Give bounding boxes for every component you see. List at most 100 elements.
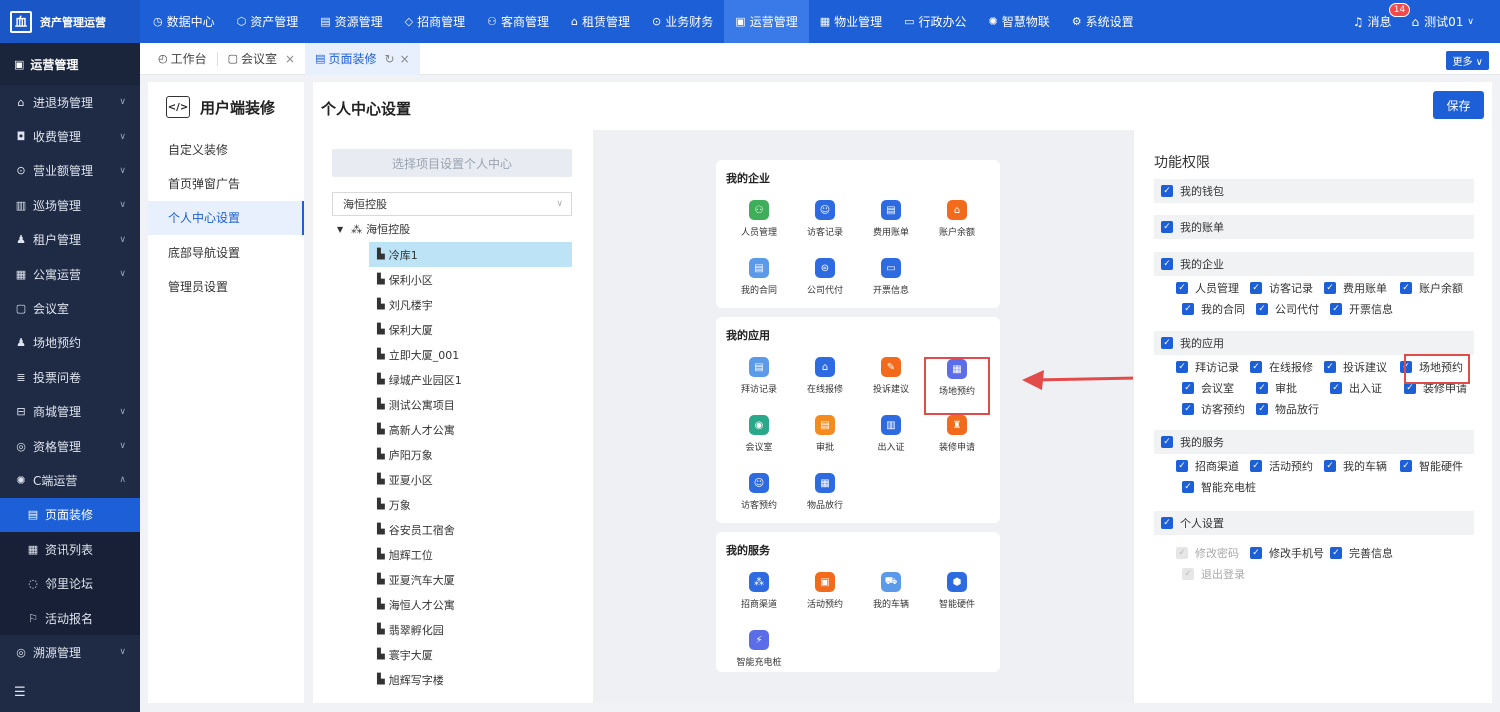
permission-section[interactable]: ✓ 个人设置 <box>1154 511 1474 535</box>
close-icon[interactable]: × <box>285 52 295 66</box>
messages-button[interactable]: ♫ 消息 14 <box>1353 3 1411 30</box>
tree-item[interactable]: ▙ 亚夏小区 <box>369 467 572 492</box>
app-item[interactable]: ☺ 访客记录 <box>792 200 858 258</box>
app-item[interactable]: ⚇ 人员管理 <box>726 200 792 258</box>
sidebar-item[interactable]: ≣ 投票问卷 <box>0 360 140 394</box>
checkbox-checked-icon[interactable]: ✓ <box>1400 460 1412 472</box>
tree-item[interactable]: ▙ 刘凡楼宇 <box>369 292 572 317</box>
sidebar-item[interactable]: ✺ C端运营 ∧ <box>0 463 140 497</box>
checkbox-checked-icon[interactable]: ✓ <box>1256 303 1268 315</box>
checkbox-checked-icon[interactable]: ✓ <box>1330 303 1342 315</box>
top-nav-item[interactable]: ⚇ 客商管理 <box>476 0 560 43</box>
permission-option[interactable]: ✓ 访客预约 <box>1182 401 1245 417</box>
app-item[interactable]: ⬢ 智能硬件 <box>924 572 990 630</box>
checkbox-checked-icon[interactable]: ✓ <box>1182 403 1194 415</box>
app-item[interactable]: ▥ 出入证 <box>858 415 924 473</box>
sidebar-item[interactable]: ◎ 溯源管理 ∨ <box>0 635 140 669</box>
checkbox-checked-icon[interactable]: ✓ <box>1182 303 1194 315</box>
permission-option[interactable]: ✓ 账户余额 <box>1400 280 1463 296</box>
tree-item[interactable]: ▙ 立即大厦_001 <box>369 342 572 367</box>
user-menu[interactable]: ⌂ 测试01 ∨ <box>1412 13 1475 30</box>
sidebar-item[interactable]: ♟ 场地预约 <box>0 326 140 360</box>
app-item[interactable]: ▤ 我的合同 <box>726 258 792 316</box>
menu-item[interactable]: 个人中心设置 <box>148 200 304 236</box>
top-nav-item[interactable]: ⚙ 系统设置 <box>1061 0 1145 43</box>
permission-option[interactable]: ✓ 活动预约 <box>1250 458 1313 474</box>
app-item[interactable]: ♜ 装修申请 <box>924 415 990 473</box>
app-item[interactable]: ✎ 投诉建议 <box>858 357 924 415</box>
checkbox-checked-icon[interactable]: ✓ <box>1161 185 1173 197</box>
tree-item[interactable]: ▙ 测试公寓项目 <box>369 392 572 417</box>
checkbox-checked-icon[interactable]: ✓ <box>1176 460 1188 472</box>
permission-option[interactable]: ✓ 人员管理 <box>1176 280 1239 296</box>
permission-option[interactable]: ✓ 招商渠道 <box>1176 458 1239 474</box>
checkbox-checked-icon[interactable]: ✓ <box>1161 258 1173 270</box>
checkbox-checked-icon[interactable]: ✓ <box>1324 282 1336 294</box>
permission-option[interactable]: ✓ 公司代付 <box>1256 301 1319 317</box>
sidebar-item[interactable]: ⊙ 营业额管理 ∨ <box>0 154 140 188</box>
checkbox-checked-icon[interactable]: ✓ <box>1256 382 1268 394</box>
tree-item[interactable]: ▙ 亚夏汽车大厦 <box>369 567 572 592</box>
sidebar-item[interactable]: ⊟ 商城管理 ∨ <box>0 395 140 429</box>
app-item[interactable]: ⛟ 我的车辆 <box>858 572 924 630</box>
sidebar-item[interactable]: ◎ 资格管理 ∨ <box>0 429 140 463</box>
checkbox-checked-icon[interactable]: ✓ <box>1324 460 1336 472</box>
tree-item[interactable]: ▙ 翡翠孵化园 <box>369 617 572 642</box>
top-nav-item[interactable]: ⊙ 业务财务 <box>641 0 724 43</box>
sidebar-sub-item[interactable]: ▦ 资讯列表 <box>0 532 140 567</box>
top-nav-item[interactable]: ⬡ 资产管理 <box>226 0 310 43</box>
sidebar-sub-item[interactable]: ◌ 邻里论坛 <box>0 566 140 601</box>
menu-item[interactable]: 底部导航设置 <box>148 235 304 269</box>
close-icon[interactable]: × <box>400 52 410 66</box>
project-select[interactable]: 海恒控股 ∨ <box>332 192 572 216</box>
menu-item[interactable]: 自定义装修 <box>148 132 304 166</box>
permission-option[interactable]: ✓ 会议室 <box>1182 380 1234 396</box>
save-button[interactable]: 保存 <box>1433 91 1484 119</box>
checkbox-checked-icon[interactable]: ✓ <box>1161 221 1173 233</box>
checkbox-checked-icon[interactable]: ✓ <box>1250 282 1262 294</box>
permission-option[interactable]: ✓ 审批 <box>1256 380 1297 396</box>
top-nav-item[interactable]: ▤ 资源管理 <box>309 0 393 43</box>
permission-option[interactable]: ✓ 智能充电桩 <box>1182 479 1256 495</box>
sidebar-item[interactable]: ⌂ 进退场管理 ∨ <box>0 85 140 119</box>
tree-item[interactable]: ▙ 保利小区 <box>369 267 572 292</box>
permission-option[interactable]: ✓ 拜访记录 <box>1176 359 1239 375</box>
app-item[interactable]: ▤ 拜访记录 <box>726 357 792 415</box>
sidebar-item[interactable]: ▢ 会议室 <box>0 291 140 325</box>
app-item[interactable]: ☺ 访客预约 <box>726 473 792 531</box>
permission-option[interactable]: ✓ 我的合同 <box>1182 301 1245 317</box>
sidebar-item[interactable]: ◘ 收费管理 ∨ <box>0 119 140 153</box>
top-nav-item[interactable]: ✺ 智慧物联 <box>978 0 1061 43</box>
tree-item[interactable]: ▙ 万象 <box>369 492 572 517</box>
permission-option[interactable]: ✓ 我的车辆 <box>1324 458 1387 474</box>
checkbox-checked-icon[interactable]: ✓ <box>1161 436 1173 448</box>
permission-option[interactable]: ✓ 物品放行 <box>1256 401 1319 417</box>
sidebar-item[interactable]: ▦ 公寓运营 ∨ <box>0 257 140 291</box>
permission-option[interactable]: ✓ 开票信息 <box>1330 301 1393 317</box>
sidebar-item[interactable]: ▥ 巡场管理 ∨ <box>0 188 140 222</box>
checkbox-checked-icon[interactable]: ✓ <box>1330 547 1342 559</box>
app-item[interactable]: ⌂ 账户余额 <box>924 200 990 258</box>
app-item[interactable]: ▣ 活动预约 <box>792 572 858 630</box>
checkbox-checked-icon[interactable]: ✓ <box>1182 382 1194 394</box>
app-item[interactable]: ◉ 会议室 <box>726 415 792 473</box>
checkbox-checked-icon[interactable]: ✓ <box>1250 547 1262 559</box>
app-item[interactable]: ▭ 开票信息 <box>858 258 924 316</box>
sidebar-item[interactable]: ♟ 租户管理 ∨ <box>0 223 140 257</box>
tree-item[interactable]: ▙ 旭辉写字楼 <box>369 667 572 692</box>
sidebar-sub-item[interactable]: ⚐ 活动报名 <box>0 600 140 636</box>
more-button[interactable]: 更多 ∨ <box>1446 51 1489 70</box>
tab-item[interactable]: ▤ 页面装修 ↻ × <box>305 42 420 75</box>
permission-section[interactable]: ✓ 我的企业 <box>1154 252 1474 276</box>
permission-option[interactable]: ✓ 出入证 <box>1330 380 1382 396</box>
permission-option[interactable]: ✓ 访客记录 <box>1250 280 1313 296</box>
top-nav-item[interactable]: ▭ 行政办公 <box>893 0 977 43</box>
top-nav-item[interactable]: ⌂ 租赁管理 <box>560 0 641 43</box>
tree-item[interactable]: ▙ 高新人才公寓 <box>369 417 572 442</box>
app-item[interactable]: ⁂ 招商渠道 <box>726 572 792 630</box>
select-project-button[interactable]: 选择项目设置个人中心 <box>332 149 572 177</box>
collapse-menu-icon[interactable]: ☰ <box>14 685 26 700</box>
checkbox-checked-icon[interactable]: ✓ <box>1256 403 1268 415</box>
top-nav-item[interactable]: ▣ 运营管理 <box>724 0 809 43</box>
permission-option[interactable]: ✓ 修改手机号 <box>1250 545 1324 561</box>
